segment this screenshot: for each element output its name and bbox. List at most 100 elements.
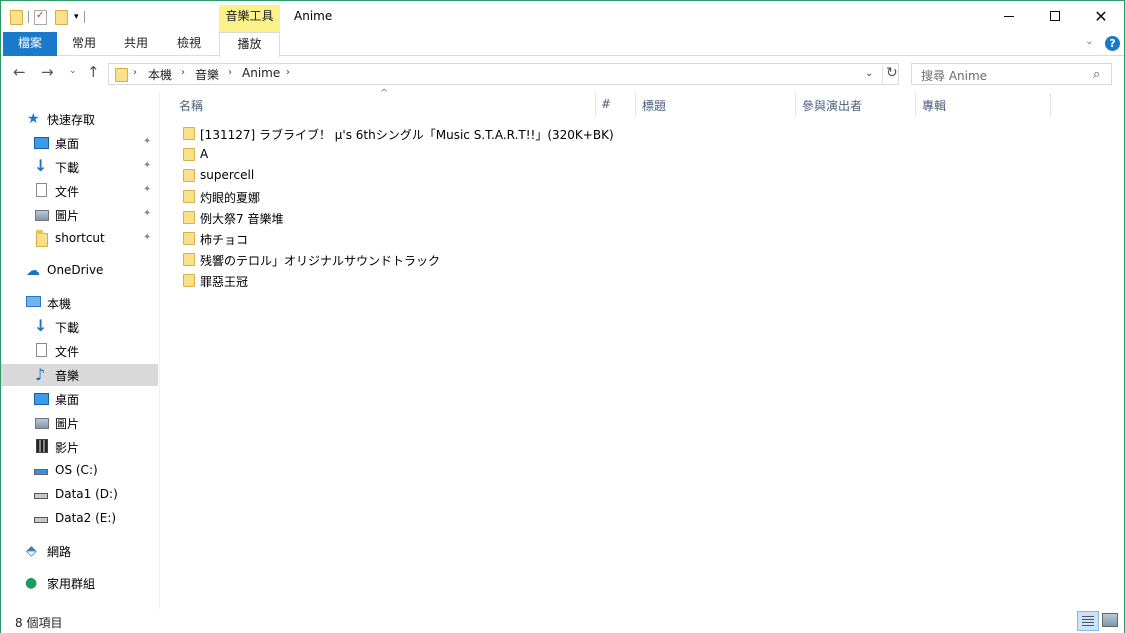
picture-icon (35, 210, 49, 221)
column-divider[interactable] (635, 93, 636, 117)
column-header-name[interactable]: 名稱 (179, 97, 203, 114)
pin-icon: ✦ (143, 184, 152, 195)
chevron-right-icon[interactable]: › (228, 67, 232, 78)
sidebar-item-documents[interactable]: 文件 (1, 340, 158, 362)
recent-locations-icon[interactable]: ⌄ (69, 66, 77, 76)
breadcrumb-anime[interactable]: Anime (242, 66, 280, 80)
search-input[interactable]: 搜尋 Anime ⌕ (911, 63, 1112, 85)
list-item[interactable]: supercell (179, 165, 599, 186)
details-view-icon[interactable] (1077, 611, 1099, 631)
music-note-icon: ♪ (35, 365, 46, 384)
column-divider[interactable] (595, 93, 596, 117)
close-button[interactable]: ✕ (1078, 1, 1124, 31)
minimize-button[interactable] (986, 1, 1032, 31)
sidebar-item-drive-e[interactable]: Data2 (E:) (1, 508, 158, 530)
breadcrumb-music[interactable]: 音樂 (195, 66, 219, 83)
forward-arrow-icon[interactable]: → (41, 63, 54, 81)
sidebar-item-music[interactable]: ♪ 音樂 (1, 364, 158, 386)
pin-icon: ✦ (143, 208, 152, 219)
ribbon-expand-icon[interactable]: ⌄ (1085, 36, 1093, 47)
this-pc-icon (26, 296, 41, 307)
file-name: supercell (200, 168, 255, 182)
download-icon: ↓ (34, 156, 48, 175)
item-count: 8 個項目 (15, 616, 63, 630)
sidebar-item-shortcut[interactable]: shortcut ✦ (1, 228, 158, 250)
sidebar-item-homegroup[interactable]: ● 家用群組 (1, 572, 158, 594)
sidebar-item-label: 圖片 (55, 417, 80, 431)
new-folder-icon[interactable] (55, 9, 68, 25)
sidebar-item-label: 網路 (47, 545, 72, 559)
picture-icon (35, 418, 49, 429)
maximize-button[interactable] (1032, 1, 1078, 31)
help-icon[interactable]: ? (1105, 36, 1120, 51)
column-header-title[interactable]: 標題 (642, 97, 666, 114)
list-item[interactable]: A (179, 144, 599, 165)
tab-view[interactable]: 檢視 (166, 32, 212, 56)
list-item[interactable]: 灼眼的夏娜 (179, 186, 599, 207)
onedrive-icon: ☁ (26, 263, 40, 279)
column-divider[interactable] (915, 93, 916, 117)
sidebar-item-pictures[interactable]: 圖片 (1, 412, 158, 434)
column-divider[interactable] (795, 93, 796, 117)
chevron-right-icon[interactable]: › (286, 67, 290, 78)
sidebar-item-quick-access[interactable]: ★ 快速存取 (1, 108, 158, 130)
column-header-contributing-artists[interactable]: 參與演出者 (802, 97, 862, 114)
file-list: ^ 名稱 # 標題 參與演出者 專輯 [131127] ラブライブ！ μ's 6… (160, 88, 1124, 609)
sidebar-item-label: 桌面 (55, 137, 80, 151)
list-item[interactable]: 例大祭7 音樂堆 (179, 207, 599, 228)
navigation-pane: ★ 快速存取 桌面 ✦ ↓ 下載 ✦ 文件 ✦ 圖片 ✦ shortcut ✦ (1, 91, 159, 609)
back-arrow-icon[interactable]: ← (13, 63, 26, 81)
sidebar-item-label: shortcut (55, 231, 105, 245)
sidebar-item-documents[interactable]: 文件 ✦ (1, 180, 158, 202)
sidebar-item-drive-c[interactable]: OS (C:) (1, 460, 158, 482)
status-bar: 8 個項目 (1, 609, 1124, 633)
up-arrow-icon[interactable]: ↑ (87, 63, 100, 81)
tab-play[interactable]: 播放 (219, 32, 280, 57)
chevron-right-icon[interactable]: › (133, 67, 137, 78)
file-name: 罪惡王冠 (200, 275, 249, 289)
list-item[interactable]: 残響のテロル」オリジナルサウンドトラック (179, 249, 599, 270)
sidebar-item-pictures[interactable]: 圖片 ✦ (1, 204, 158, 226)
sidebar-item-downloads[interactable]: ↓ 下載 ✦ (1, 156, 158, 178)
qat-dropdown-icon[interactable]: ▾ (74, 12, 79, 22)
tab-share[interactable]: 共用 (113, 32, 159, 56)
sidebar-item-videos[interactable]: 影片 (1, 436, 158, 458)
file-name: 灼眼的夏娜 (200, 191, 261, 205)
chevron-down-icon[interactable]: ⌄ (865, 68, 873, 79)
properties-icon[interactable] (34, 9, 47, 25)
sidebar-item-desktop[interactable]: 桌面 (1, 388, 158, 410)
file-name: A (200, 147, 209, 161)
qat-separator (28, 11, 29, 23)
folder-icon (36, 230, 48, 247)
sidebar-item-this-pc[interactable]: 本機 (1, 292, 158, 314)
column-header-number[interactable]: # (601, 97, 611, 111)
search-placeholder: 搜尋 Anime (921, 69, 988, 83)
maximize-icon (1050, 11, 1060, 21)
tab-home[interactable]: 常用 (61, 32, 107, 56)
large-icons-view-icon[interactable] (1102, 613, 1118, 627)
drive-icon (34, 517, 48, 523)
navigation-bar: ← → ⌄ ↑ › 本機 › 音樂 › Anime › ⌄ ↻ 搜尋 Anime… (1, 57, 1124, 91)
list-item[interactable]: 柿チョコ (179, 228, 599, 249)
desktop-icon (34, 137, 49, 149)
sidebar-item-onedrive[interactable]: ☁ OneDrive (1, 260, 158, 282)
column-header-album[interactable]: 專輯 (922, 97, 946, 114)
folder-icon (183, 211, 195, 224)
os-drive-icon (34, 469, 48, 475)
search-icon[interactable]: ⌕ (1093, 67, 1100, 82)
sidebar-item-downloads[interactable]: ↓ 下載 (1, 316, 158, 338)
refresh-icon[interactable]: ↻ (882, 65, 898, 85)
file-name: 例大祭7 音樂堆 (200, 212, 284, 226)
column-divider[interactable] (1050, 93, 1051, 117)
sidebar-item-drive-d[interactable]: Data1 (D:) (1, 484, 158, 506)
address-bar[interactable]: › 本機 › 音樂 › Anime › ⌄ ↻ (108, 63, 899, 85)
sidebar-item-network[interactable]: ⬘ 網路 (1, 540, 158, 562)
tab-file[interactable]: 檔案 (3, 32, 57, 56)
chevron-right-icon[interactable]: › (181, 67, 185, 78)
breadcrumb-this-pc[interactable]: 本機 (148, 66, 172, 83)
list-item[interactable]: 罪惡王冠 (179, 270, 599, 291)
list-item[interactable]: [131127] ラブライブ！ μ's 6thシングル「Music S.T.A.… (179, 123, 614, 144)
network-icon: ⬘ (26, 543, 37, 559)
star-icon: ★ (27, 111, 40, 127)
sidebar-item-desktop[interactable]: 桌面 ✦ (1, 132, 158, 154)
